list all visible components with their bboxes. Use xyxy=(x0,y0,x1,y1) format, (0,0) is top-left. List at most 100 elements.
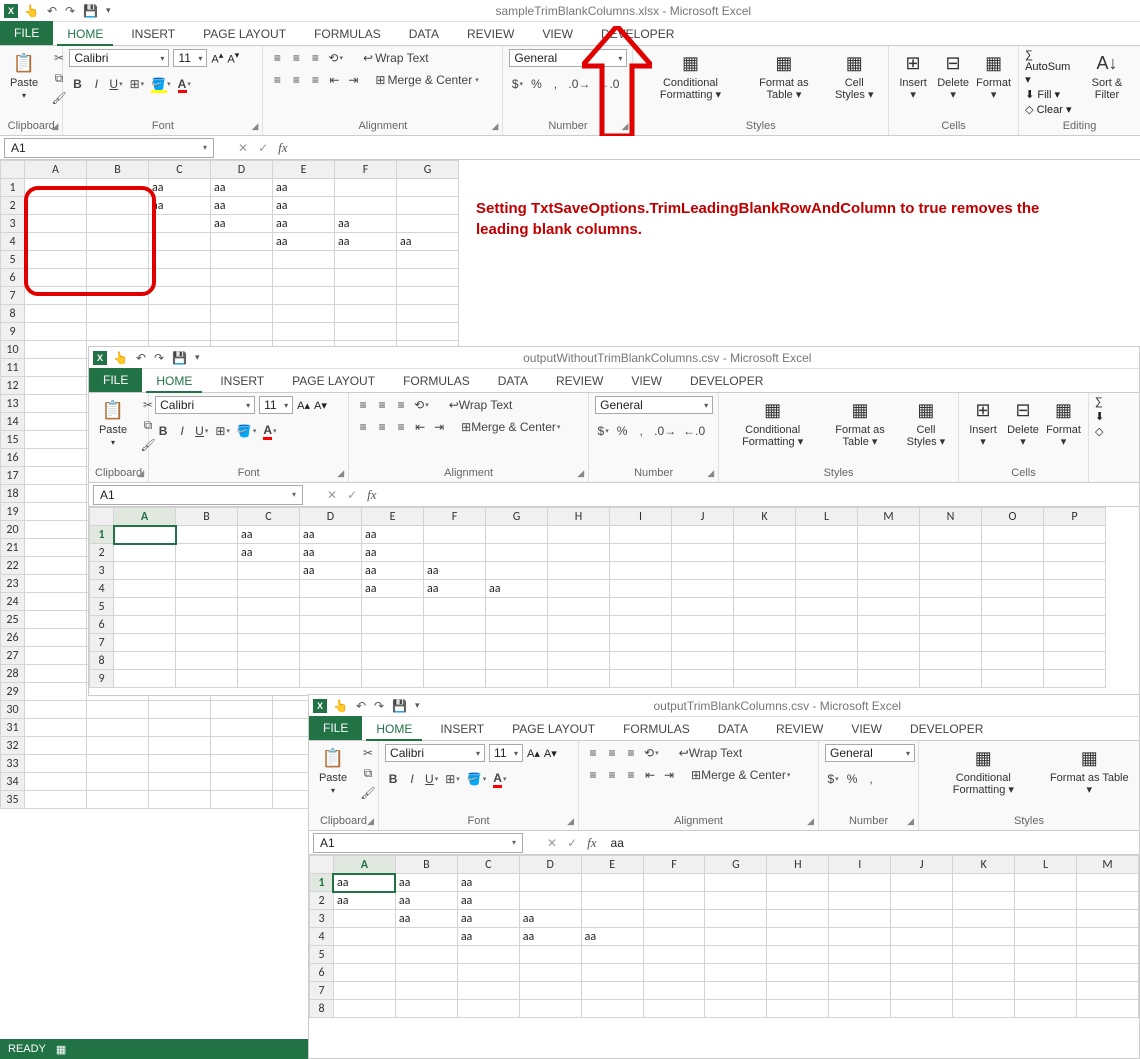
cell[interactable] xyxy=(87,737,149,755)
column-header[interactable]: F xyxy=(424,508,486,526)
cell[interactable] xyxy=(25,521,87,539)
cell[interactable] xyxy=(581,946,643,964)
row-header[interactable]: 5 xyxy=(90,598,114,616)
percent-button[interactable]: % xyxy=(528,75,544,93)
cell[interactable] xyxy=(610,598,672,616)
row-header[interactable]: 32 xyxy=(1,737,25,755)
qat-redo-icon[interactable]: ↷ xyxy=(65,4,75,18)
cell[interactable] xyxy=(424,526,486,544)
cell[interactable] xyxy=(397,197,459,215)
cell[interactable] xyxy=(548,652,610,670)
cell[interactable] xyxy=(362,670,424,688)
cell[interactable] xyxy=(362,598,424,616)
cell[interactable]: aa xyxy=(457,910,519,928)
italic-button[interactable]: I xyxy=(174,422,190,440)
cell[interactable] xyxy=(953,946,1015,964)
underline-button[interactable]: U xyxy=(193,422,210,440)
cell[interactable] xyxy=(796,652,858,670)
cell[interactable] xyxy=(920,652,982,670)
cell[interactable] xyxy=(734,598,796,616)
cell[interactable] xyxy=(25,593,87,611)
column-header[interactable]: E xyxy=(362,508,424,526)
cell[interactable] xyxy=(548,544,610,562)
column-header[interactable]: B xyxy=(87,161,149,179)
cell[interactable]: aa xyxy=(300,544,362,562)
cell[interactable] xyxy=(643,874,705,892)
row-header[interactable]: 3 xyxy=(310,910,334,928)
fx-icon[interactable]: fx xyxy=(367,487,376,503)
cell[interactable] xyxy=(395,946,457,964)
cell[interactable] xyxy=(273,269,335,287)
tab-developer[interactable]: DEVELOPER xyxy=(676,370,777,392)
font-size-combo[interactable]: 11▾ xyxy=(259,396,293,414)
align-middle-button[interactable]: ≡ xyxy=(288,49,304,67)
cell[interactable] xyxy=(176,670,238,688)
bold-button[interactable]: B xyxy=(155,422,171,440)
qat-touch-icon[interactable]: 👆 xyxy=(333,699,348,713)
cell[interactable] xyxy=(25,503,87,521)
qat-save-icon[interactable]: 💾 xyxy=(392,699,407,713)
cell[interactable] xyxy=(672,616,734,634)
font-color-button[interactable]: A xyxy=(176,75,193,93)
format-as-table-button[interactable]: ▦Format as Table ▾ xyxy=(1046,744,1133,798)
cell[interactable] xyxy=(796,580,858,598)
cell[interactable] xyxy=(87,305,149,323)
cell[interactable]: aa xyxy=(457,928,519,946)
align-right-button[interactable]: ≡ xyxy=(307,71,323,89)
dialog-launcher-icon[interactable]: ◢ xyxy=(492,121,499,132)
paste-button[interactable]: 📋Paste▾ xyxy=(315,744,351,798)
dialog-launcher-icon[interactable]: ◢ xyxy=(52,121,59,132)
cell[interactable] xyxy=(211,233,273,251)
insert-cells-button[interactable]: ⊞Insert▾ xyxy=(965,396,1001,450)
column-header[interactable]: I xyxy=(610,508,672,526)
row-header[interactable]: 14 xyxy=(1,413,25,431)
cell[interactable]: aa xyxy=(424,580,486,598)
cut-button[interactable]: ✂ xyxy=(359,744,377,762)
cell[interactable] xyxy=(87,197,149,215)
cell[interactable] xyxy=(829,874,891,892)
cell[interactable] xyxy=(734,544,796,562)
row-header[interactable]: 4 xyxy=(310,928,334,946)
tab-review[interactable]: REVIEW xyxy=(542,370,617,392)
cell[interactable] xyxy=(87,269,149,287)
cell[interactable] xyxy=(335,269,397,287)
border-button[interactable]: ⊞ xyxy=(213,422,232,440)
cell[interactable] xyxy=(25,341,87,359)
cell[interactable] xyxy=(333,910,395,928)
qat-redo-icon[interactable]: ↷ xyxy=(154,351,164,365)
number-format-combo[interactable]: General▾ xyxy=(509,49,627,67)
fill-color-button[interactable]: 🪣 xyxy=(235,422,258,440)
sort-filter-button[interactable]: A↓Sort & Filter xyxy=(1080,49,1134,103)
tab-file[interactable]: FILE xyxy=(89,368,142,392)
row-header[interactable]: 12 xyxy=(1,377,25,395)
inc-decimal-button[interactable]: .0→ xyxy=(566,75,592,93)
cell[interactable] xyxy=(891,874,953,892)
cell[interactable]: aa xyxy=(362,580,424,598)
cell[interactable]: aa xyxy=(397,233,459,251)
fx-icon[interactable]: fx xyxy=(587,835,596,851)
column-header[interactable]: B xyxy=(176,508,238,526)
row-header[interactable]: 27 xyxy=(1,647,25,665)
cell[interactable] xyxy=(548,580,610,598)
cell[interactable] xyxy=(829,982,891,1000)
spreadsheet-grid[interactable]: ABCDEFGHIJKLMNOP1aaaaaa2aaaaaa3aaaaaa4aa… xyxy=(89,507,1139,688)
cell[interactable] xyxy=(424,634,486,652)
cell[interactable] xyxy=(734,526,796,544)
conditional-formatting-button[interactable]: ▦Conditional Formatting ▾ xyxy=(725,396,820,450)
tab-home[interactable]: HOME xyxy=(53,23,117,45)
cell[interactable] xyxy=(211,791,273,809)
macro-record-icon[interactable]: ▦ xyxy=(56,1043,66,1056)
insert-cells-button[interactable]: ⊞Insert▾ xyxy=(895,49,931,103)
cell[interactable] xyxy=(149,287,211,305)
cell[interactable] xyxy=(1076,892,1138,910)
cell[interactable] xyxy=(335,323,397,341)
cell[interactable] xyxy=(1076,964,1138,982)
qat-undo-icon[interactable]: ↶ xyxy=(356,699,366,713)
row-header[interactable]: 3 xyxy=(90,562,114,580)
cell[interactable] xyxy=(519,874,581,892)
row-header[interactable]: 7 xyxy=(1,287,25,305)
cell[interactable] xyxy=(672,526,734,544)
cell[interactable] xyxy=(176,562,238,580)
currency-button[interactable]: $ xyxy=(509,75,525,93)
wrap-text-button[interactable]: ↩ Wrap Text xyxy=(361,49,431,67)
